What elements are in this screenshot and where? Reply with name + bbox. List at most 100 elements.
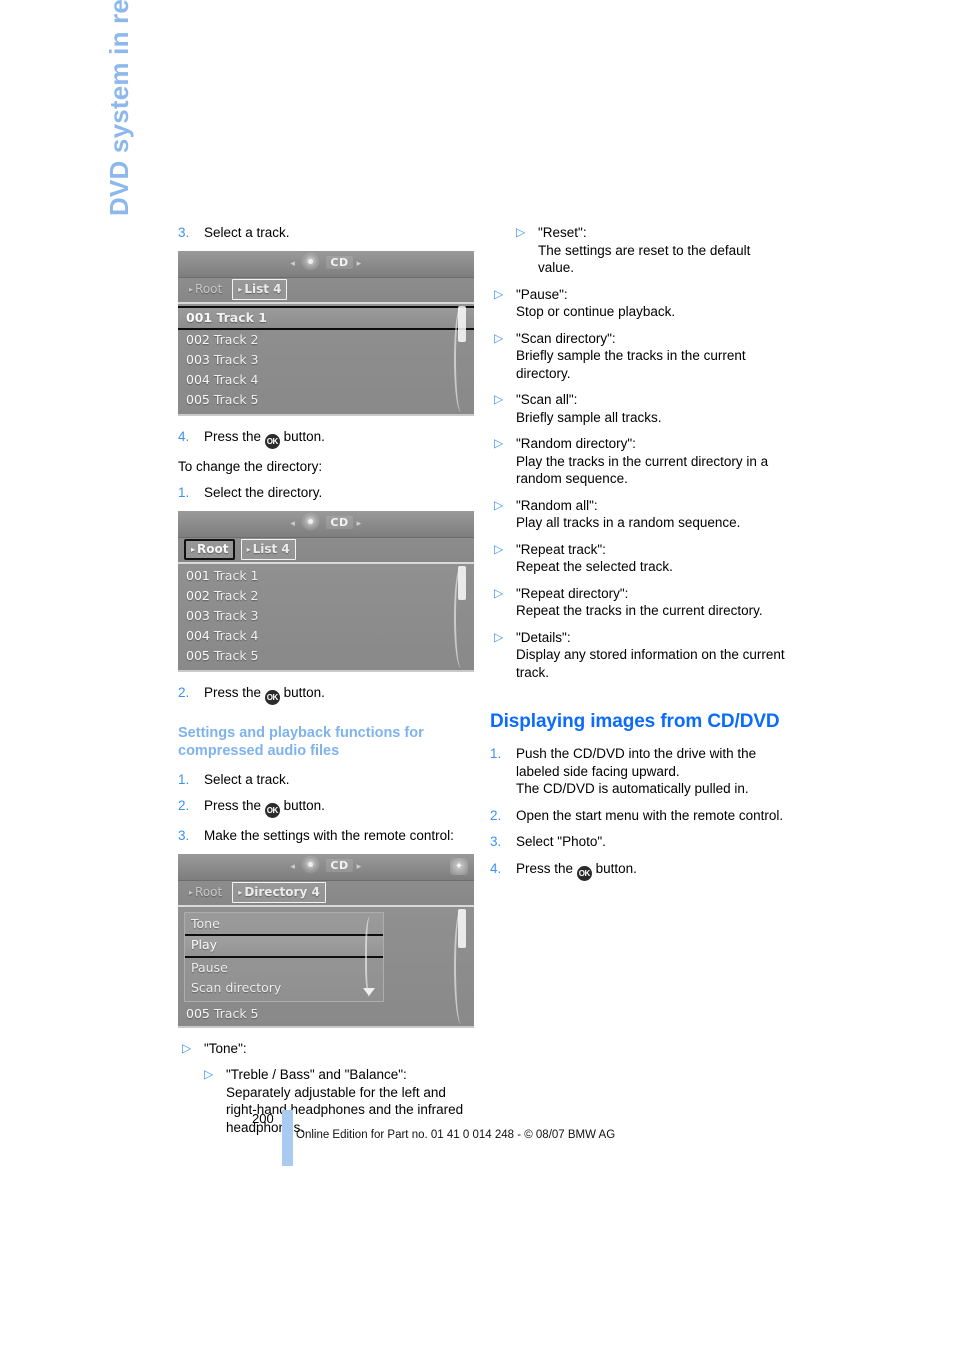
bullet-title: "Details": [516,629,571,645]
prev-source-arrow[interactable]: ◂ [290,862,295,872]
track-index: 004 [186,371,210,387]
bullet-treble-bass-balance: ▷ "Treble / Bass" and "Balance": Separat… [178,1066,474,1136]
track-index: 004 [186,627,210,643]
cd-disc-icon [303,253,319,269]
bullet-title: "Scan all": [516,392,578,407]
ok-button-icon[interactable]: OK [576,865,592,881]
step-text: Select a track. [204,771,290,787]
list-item[interactable]: 001 Track 1 [178,566,474,586]
idrive-header-center: ◂ CD ▸ [178,513,474,529]
controller-icon[interactable]: ✦ [450,857,468,875]
bullet-reset: ▷ "Reset": The settings are reset to the… [490,224,786,277]
prev-source-arrow[interactable]: ◂ [290,259,295,269]
list-item[interactable]: 004 Track 4 [178,626,474,646]
triangle-bullet-icon: ▷ [494,497,504,512]
list-item[interactable]: 002 Track 2 [178,586,474,606]
list-item[interactable]: 004 Track 4 [178,370,474,390]
ok-button-icon[interactable]: OK [264,689,280,705]
track-title: Track 2 [213,587,259,603]
screenshot-track-list: ◂ CD ▸ ▸ Root ▸ List 4 001 Track 1 002 Tra… [178,250,474,416]
step-marker: 1. [490,746,502,761]
cd-disc-icon [303,856,319,872]
menu-item-tone[interactable]: Tone [185,914,383,934]
bullet-body: Repeat the tracks in the current directo… [516,603,763,618]
step-marker: 4. [178,428,190,444]
current-track-row: 005 Track 5 [178,1004,474,1024]
step-text: Make the settings with the remote contro… [204,828,454,843]
step-text-post: button. [283,684,325,700]
bullet-repeat-track: ▷ "Repeat track": Repeat the selected tr… [490,541,786,576]
triangle-bullet-icon: ▷ [182,1040,192,1055]
breadcrumb-list[interactable]: ▸ List 4 [240,538,296,560]
step-select-directory: 1. Select the directory. [178,484,474,502]
list-item[interactable]: 003 Track 3 [178,606,474,626]
scrollbar[interactable] [454,908,468,1024]
breadcrumb-root[interactable]: ▸ Root [184,882,227,903]
track-title: Track 3 [213,607,259,623]
bullet-title: "Random all": [516,497,598,513]
track-index: 001 [186,309,213,325]
menu-item-scan-directory[interactable]: Scan directory [185,978,383,998]
list-item[interactable]: 003 Track 3 [178,350,474,370]
menu-item-pause[interactable]: Pause [185,958,383,978]
step-marker: 4. [490,860,502,876]
popup-scrollbar[interactable] [365,916,377,997]
settings-step-3: 3. Make the settings with the remote con… [178,827,474,845]
source-label: CD [326,255,353,269]
next-source-arrow[interactable]: ▸ [357,862,362,872]
bullet-scan-all: ▷ "Scan all": Briefly sample all tracks. [490,391,786,426]
step-marker: 1. [178,771,190,787]
scrollbar[interactable] [454,565,468,668]
track-index: 003 [186,351,210,367]
list-item[interactable]: 001 Track 1 [178,305,474,330]
scrollbar-thumb[interactable] [458,565,466,601]
track-index: 003 [186,607,210,623]
bullet-pause: ▷ "Pause": Stop or continue playback. [490,286,786,321]
triangle-bullet-icon: ▷ [494,436,504,450]
menu-item-play[interactable]: Play [185,933,383,958]
breadcrumb-list[interactable]: ▸ List 4 [232,278,288,300]
step-text: Select the directory. [204,485,323,500]
source-label: CD [326,515,353,529]
scrollbar-thumb[interactable] [458,305,466,342]
breadcrumb-directory[interactable]: ▸ Directory 4 [232,881,326,903]
photo-step-3: 3. Select "Photo". [490,833,786,851]
triangle-bullet-icon: ▷ [494,286,504,301]
breadcrumb-root[interactable]: ▸ Root [184,538,236,560]
bullet-body: Play the tracks in the current directory… [516,453,769,487]
next-source-arrow[interactable]: ▸ [357,519,362,529]
list-item[interactable]: 002 Track 2 [178,330,474,350]
step-marker: 1. [178,485,190,500]
photo-step-1: 1. Push the CD/DVD into the drive with t… [490,745,786,798]
step-text: Select a track. [204,225,290,240]
breadcrumb-root[interactable]: ▸ Root [184,279,227,300]
step-text: Select "Photo". [516,834,606,849]
list-item[interactable]: 005 Track 5 [178,390,474,410]
next-source-arrow[interactable]: ▸ [357,259,362,269]
idrive-header-bar: ◂ CD ▸ [178,250,474,278]
footer-accent-bar [282,1110,293,1166]
page-title: Displaying images from CD/DVD [490,711,780,732]
screenshot-settings-menu: ◂ CD ▸ ✦ ▸ Root ▸ Directory 4 Tone Play Pa… [178,853,474,1028]
bullet-title: "Reset": [538,225,587,240]
source-label: CD [326,858,353,872]
bullet-body: Stop or continue playback. [516,304,676,319]
triangle-bullet-icon: ▷ [516,225,526,239]
scrollbar-thumb[interactable] [458,908,466,948]
settings-popup-menu: Tone Play Pause Scan directory [184,911,384,1002]
track-list: 001 Track 1 002 Track 2 003 Track 3 004 … [178,303,474,414]
list-item[interactable]: 005 Track 5 [178,646,474,666]
photo-step-2: 2. Open the start menu with the remote c… [490,807,786,825]
step-marker: 2. [178,684,190,700]
step-text: Push the CD/DVD into the drive with the … [516,746,757,796]
breadcrumb-bar: ▸ Root ▸ List 4 [178,537,474,564]
ok-button-icon[interactable]: OK [264,803,280,818]
scrollbar[interactable] [454,305,468,412]
settings-menu-area: Tone Play Pause Scan directory 005 Track… [178,906,474,1026]
chevron-right-icon: ▸ [238,887,243,897]
ok-button-icon[interactable]: OK [264,433,280,449]
prev-source-arrow[interactable]: ◂ [290,519,295,529]
track-title: Track 4 [213,371,259,387]
track-title: Track 5 [213,647,259,663]
step-text-pre: Press the [204,684,262,700]
